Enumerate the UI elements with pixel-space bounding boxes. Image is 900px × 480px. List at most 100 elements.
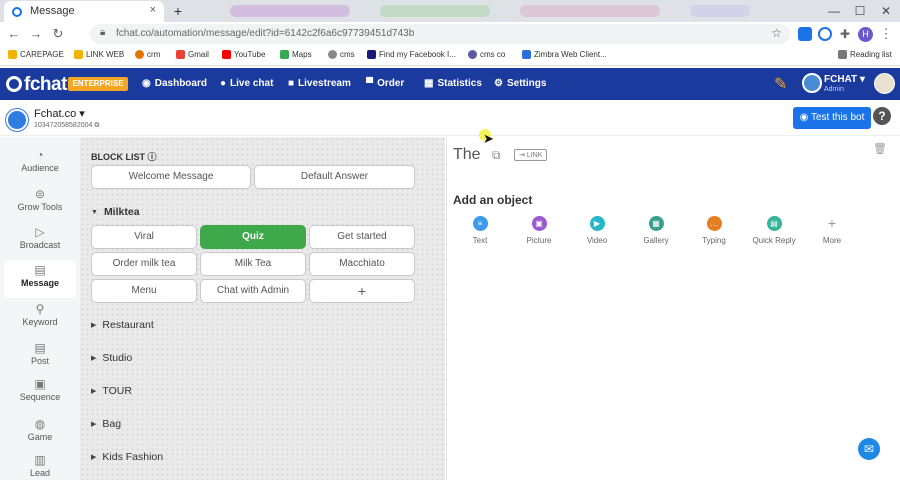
group-restaurant[interactable]: ▶ Restaurant bbox=[91, 319, 154, 331]
add-typing-object[interactable]: … Typing bbox=[692, 216, 736, 245]
broadcast-icon: ▷ bbox=[35, 225, 45, 239]
new-tab-button[interactable]: + bbox=[169, 2, 187, 20]
sidebar-item-post[interactable]: ▤ Post bbox=[4, 338, 76, 376]
logo-icon bbox=[6, 76, 22, 92]
sidebar-item-label: Game bbox=[27, 432, 53, 442]
nav-settings[interactable]: ⚙ Settings bbox=[494, 78, 546, 89]
trash-icon[interactable]: 🗑︎ bbox=[873, 142, 887, 155]
account-name[interactable]: FCHAT ▾ bbox=[824, 74, 865, 85]
bookmark-item[interactable]: Maps bbox=[280, 50, 312, 59]
bookmark-label: Gmail bbox=[188, 50, 209, 59]
reading-list-button[interactable]: Reading list bbox=[838, 50, 892, 59]
sidebar-item-broadcast[interactable]: ▷ Broadcast bbox=[4, 222, 76, 260]
sidebar-item-audience[interactable]: ◔ Audience bbox=[4, 145, 76, 183]
sidebar-item-keyword[interactable]: ⚲ Keyword bbox=[4, 299, 76, 337]
reading-list-label: Reading list bbox=[850, 50, 892, 59]
copy-icon[interactable]: ⧉ bbox=[94, 122, 99, 129]
bookmark-star-icon[interactable]: ☆ bbox=[771, 26, 782, 40]
group-milktea[interactable]: ▼ Milktea bbox=[91, 206, 140, 218]
nav-dashboard[interactable]: ◉ Dashboard bbox=[142, 78, 207, 89]
youtube-icon bbox=[222, 50, 231, 59]
add-block-button[interactable]: + bbox=[309, 279, 415, 303]
fchat-logo[interactable]: fchat bbox=[6, 74, 67, 96]
blurred-tabs bbox=[380, 5, 490, 17]
add-quick-reply-object[interactable]: ▤ Quick Reply bbox=[751, 216, 797, 245]
sidebar-item-label: Lead bbox=[29, 468, 51, 478]
reload-icon[interactable]: ↻ bbox=[50, 26, 66, 42]
block-welcome-message[interactable]: Welcome Message bbox=[91, 165, 251, 189]
close-window-button[interactable]: ✕ bbox=[874, 2, 898, 20]
bookmark-item[interactable]: Zimbra Web Client... bbox=[522, 50, 607, 59]
test-bot-button[interactable]: ◉ Test this bot bbox=[793, 107, 871, 129]
minimize-button[interactable]: — bbox=[822, 2, 846, 20]
bookmark-item[interactable]: cms co bbox=[468, 50, 505, 59]
nav-order[interactable]: ▀ Order bbox=[366, 78, 404, 89]
help-circle-icon[interactable]: ⓘ bbox=[148, 152, 157, 162]
add-picture-object[interactable]: ▣ Picture bbox=[517, 216, 561, 245]
add-text-object[interactable]: ≡ Text bbox=[458, 216, 502, 245]
group-studio[interactable]: ▶ Studio bbox=[91, 352, 132, 364]
object-label: Video bbox=[586, 236, 608, 245]
block-quiz[interactable]: Quiz bbox=[200, 225, 306, 249]
object-label: Quick Reply bbox=[752, 236, 796, 245]
nav-live-chat[interactable]: ● Live chat bbox=[220, 78, 273, 89]
account-avatar[interactable] bbox=[802, 73, 822, 93]
browser-tab[interactable]: Message × bbox=[4, 1, 164, 22]
help-icon[interactable]: ? bbox=[873, 107, 891, 125]
block-name-input[interactable]: The bbox=[453, 146, 481, 164]
group-kids-fashion[interactable]: ▶ Kids Fashion bbox=[91, 451, 163, 463]
block-get-started[interactable]: Get started bbox=[309, 225, 415, 249]
maximize-button[interactable]: ☐ bbox=[848, 2, 872, 20]
page-selector[interactable]: Fchat.co ▾ bbox=[34, 107, 85, 120]
block-milk-tea[interactable]: Milk Tea bbox=[200, 252, 306, 276]
extension-icon[interactable] bbox=[798, 27, 812, 41]
logo-text: fchat bbox=[24, 74, 67, 95]
sidebar-item-message[interactable]: ▤ Message bbox=[4, 260, 76, 298]
bookmark-item[interactable]: crm bbox=[135, 50, 160, 59]
blurred-tabs bbox=[230, 5, 350, 17]
bookmark-item[interactable]: YouTube bbox=[222, 50, 265, 59]
post-icon: ▤ bbox=[34, 341, 46, 355]
back-icon[interactable]: ← bbox=[6, 26, 22, 42]
nav-livestream[interactable]: ■ Livestream bbox=[288, 78, 351, 89]
extensions-puzzle-icon[interactable]: ✚ bbox=[838, 27, 852, 41]
block-default-answer[interactable]: Default Answer bbox=[254, 165, 415, 189]
forward-icon[interactable]: → bbox=[28, 26, 44, 42]
sidebar-item-lead[interactable]: ▥ Lead bbox=[4, 450, 76, 480]
bookmark-item[interactable]: Find my Facebook I... bbox=[367, 50, 456, 59]
messenger-chat-icon[interactable]: ✉ bbox=[858, 438, 880, 460]
link-button[interactable]: ⇥ LINK bbox=[514, 149, 548, 161]
block-chat-with-admin[interactable]: Chat with Admin bbox=[200, 279, 306, 303]
bookmark-item[interactable]: Gmail bbox=[176, 50, 209, 59]
tab-close-icon[interactable]: × bbox=[150, 4, 156, 16]
profile-avatar[interactable]: H bbox=[858, 27, 873, 42]
nav-statistics[interactable]: ▦ Statistics bbox=[424, 78, 482, 89]
bookmark-item[interactable]: LINK WEB bbox=[74, 50, 124, 59]
test-bot-label: Test this bot bbox=[810, 112, 865, 123]
sidebar-item-sequence[interactable]: ▣ Sequence bbox=[4, 374, 76, 412]
block-macchiato[interactable]: Macchiato bbox=[309, 252, 415, 276]
add-gallery-object[interactable]: ▦ Gallery bbox=[634, 216, 678, 245]
sidebar-item-grow-tools[interactable]: ⊜ Grow Tools bbox=[4, 184, 76, 222]
pencil-icon[interactable]: ✎ bbox=[774, 74, 787, 94]
block-order-milk-tea[interactable]: Order milk tea bbox=[91, 252, 197, 276]
group-tour[interactable]: ▶ TOUR bbox=[91, 385, 132, 397]
block-viral[interactable]: Viral bbox=[91, 225, 197, 249]
block-editor-panel bbox=[446, 137, 900, 480]
extension-icon[interactable] bbox=[818, 27, 832, 41]
sidebar-item-game[interactable]: ◍ Game bbox=[4, 414, 76, 452]
address-bar[interactable]: 🔒︎ fchat.co/automation/message/edit?id=6… bbox=[90, 24, 790, 44]
user-avatar[interactable] bbox=[874, 73, 895, 94]
object-label: Gallery bbox=[643, 236, 669, 245]
add-video-object[interactable]: ▶ Video bbox=[575, 216, 619, 245]
block-menu[interactable]: Menu bbox=[91, 279, 197, 303]
browser-menu-icon[interactable]: ⋮ bbox=[878, 26, 894, 42]
add-more-object[interactable]: + More bbox=[810, 216, 854, 246]
app-header: fchat ENTERPRISE ◉ Dashboard ● Live chat ■… bbox=[0, 68, 900, 100]
bookmark-item[interactable]: cms bbox=[328, 50, 355, 59]
copy-icon[interactable]: ⧉ bbox=[492, 148, 501, 163]
page-avatar bbox=[6, 109, 28, 131]
bookmark-item[interactable]: CAREPAGE bbox=[8, 50, 64, 59]
group-bag[interactable]: ▶ Bag bbox=[91, 418, 121, 430]
object-label: Picture bbox=[526, 236, 552, 245]
